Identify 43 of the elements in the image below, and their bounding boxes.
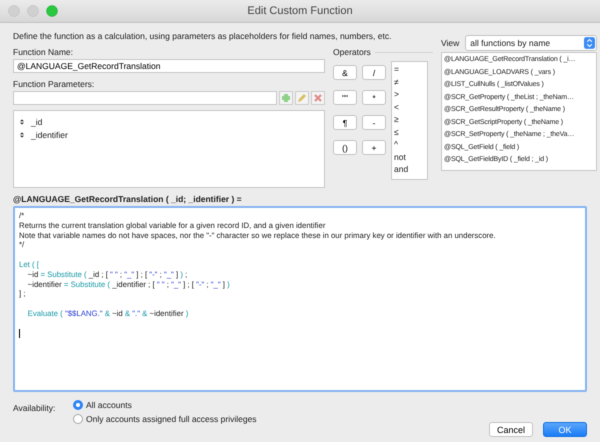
field-label: Function Name: xyxy=(13,47,74,57)
view-dropdown[interactable]: all functions by name xyxy=(465,35,597,51)
operator-item[interactable]: = xyxy=(394,63,425,76)
cancel-button[interactable]: Cancel xyxy=(489,422,533,437)
parameter-item[interactable]: _identifier xyxy=(31,130,68,140)
operator-button[interactable]: () xyxy=(333,140,357,155)
parameter-field[interactable] xyxy=(13,91,277,105)
operator-button[interactable]: & xyxy=(333,65,357,80)
chevron-icon xyxy=(584,37,595,49)
description-text: Define the function as a calculation, using parameters as placeholders for field names, numbers, etc. xyxy=(13,31,392,41)
operator-item[interactable]: ^ xyxy=(394,138,425,150)
operator-item[interactable]: ≤ xyxy=(394,126,425,138)
parameter-item[interactable]: _id xyxy=(31,116,42,126)
close-icon[interactable] xyxy=(8,5,20,17)
field-label: Function Parameters: xyxy=(13,79,96,89)
operator-item[interactable]: not xyxy=(394,150,425,163)
operator-button[interactable]: / xyxy=(362,65,386,80)
zoom-icon[interactable] xyxy=(46,5,58,17)
operator-item[interactable]: > xyxy=(394,88,425,100)
window-title: Edit Custom Function xyxy=(247,5,353,17)
operator-button[interactable]: + xyxy=(362,140,386,155)
drag-handle-icon[interactable] xyxy=(20,118,24,124)
minimize-icon[interactable] xyxy=(27,5,39,17)
operator-button[interactable]: "" xyxy=(333,90,357,105)
function-name-field[interactable]: @LANGUAGE_GetRecordTranslation xyxy=(13,59,325,73)
operator-button[interactable]: - xyxy=(362,115,386,130)
availability-label: Availability: xyxy=(13,403,56,413)
operator-item[interactable]: ≥ xyxy=(394,113,425,126)
delete-icon[interactable] xyxy=(311,91,325,105)
operator-item[interactable]: and xyxy=(394,163,425,176)
availability-radio[interactable]: All accounts xyxy=(73,400,257,410)
operator-button[interactable]: * xyxy=(362,90,386,105)
formula-header: @LANGUAGE_GetRecordTranslation ( _id; _identifier ) = xyxy=(13,194,243,204)
view-label: View xyxy=(441,38,460,48)
availability-radio[interactable]: Only accounts assigned full access privileges xyxy=(73,414,257,424)
pencil-icon[interactable] xyxy=(295,91,309,105)
drag-handle-icon[interactable] xyxy=(20,132,24,138)
add-icon[interactable] xyxy=(279,91,293,105)
operator-item[interactable]: < xyxy=(394,100,425,113)
operators-label: Operators xyxy=(333,47,371,57)
operator-button[interactable]: ¶ xyxy=(333,115,357,130)
text-cursor xyxy=(19,328,20,338)
operator-item[interactable]: ≠ xyxy=(394,76,425,88)
